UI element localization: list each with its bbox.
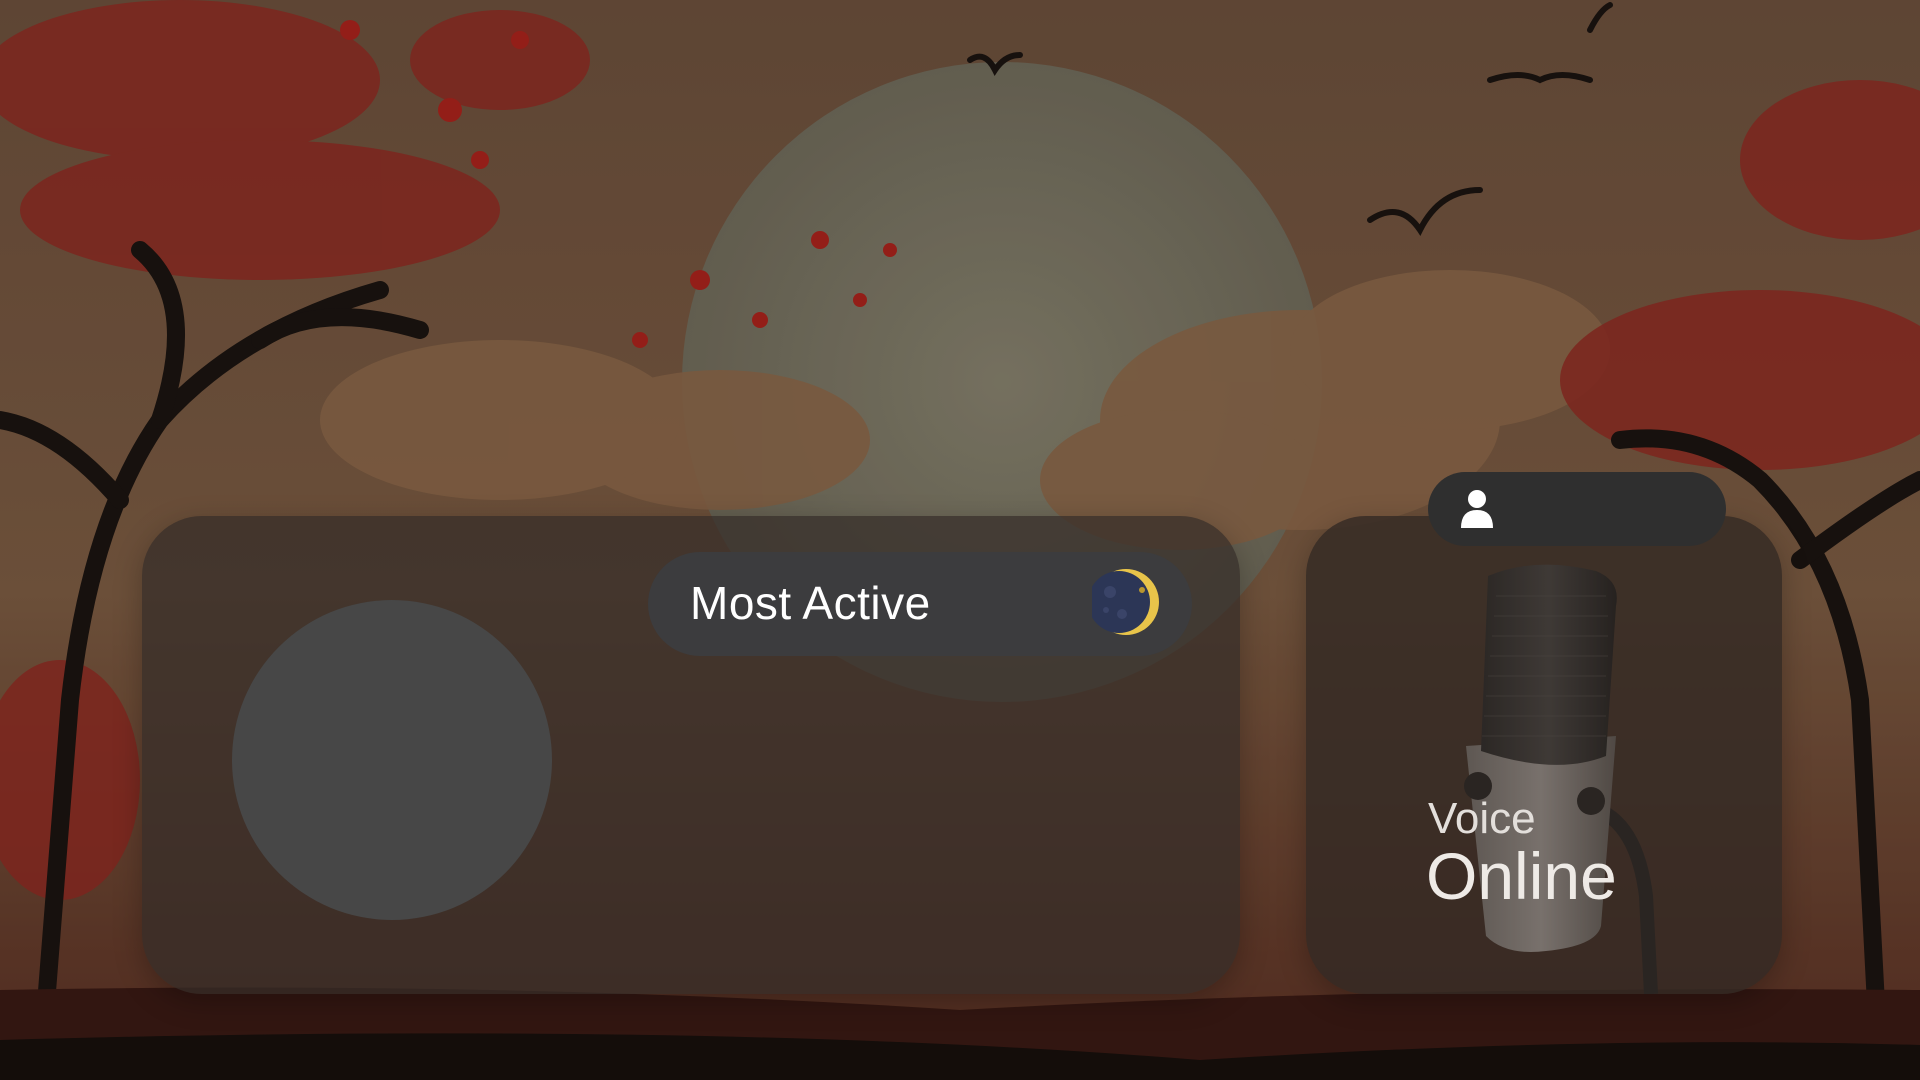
microphone-icon: [1306, 516, 1782, 994]
user-pill[interactable]: [1428, 472, 1726, 546]
user-icon: [1458, 488, 1496, 530]
voice-card[interactable]: Voice Online: [1306, 516, 1782, 994]
avatar[interactable]: [232, 600, 552, 920]
moon-icon: [1088, 568, 1160, 636]
most-active-pill[interactable]: Most Active: [648, 552, 1192, 656]
most-active-label: Most Active: [690, 577, 931, 629]
voice-status: Online: [1426, 839, 1617, 913]
voice-label: Voice: [1428, 794, 1536, 843]
